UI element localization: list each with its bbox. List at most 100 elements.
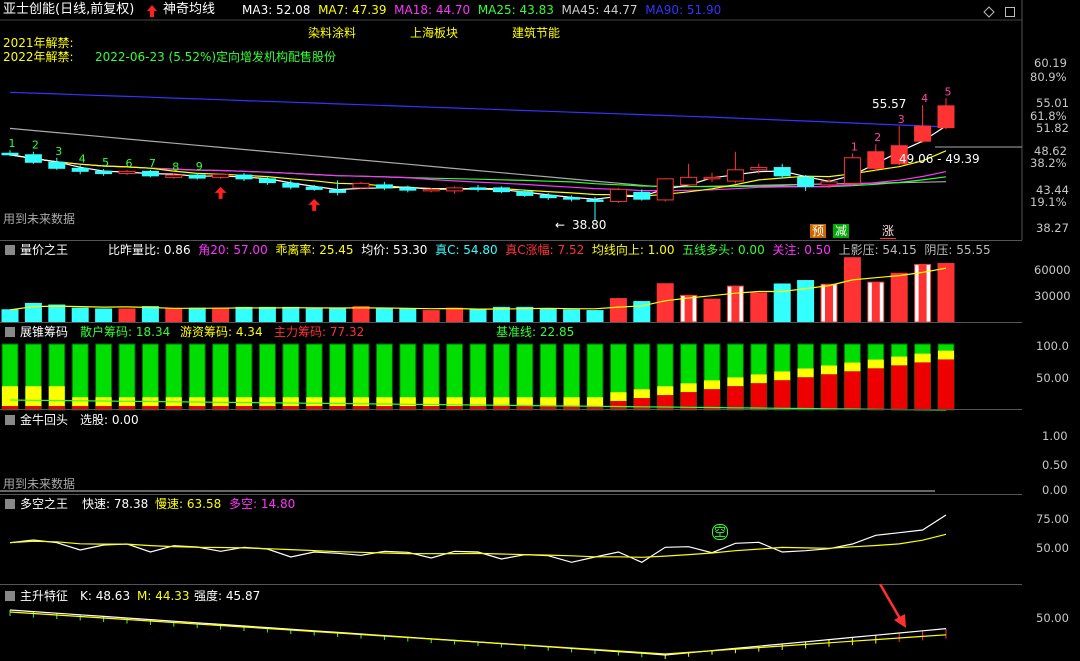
candle-body — [258, 178, 276, 184]
count-label: 3 — [898, 113, 905, 126]
volume-bar — [305, 308, 323, 322]
candle-body — [680, 176, 698, 186]
bull-panel-title[interactable]: 金牛回头 — [20, 413, 68, 427]
chip-yellow-segment — [844, 362, 861, 372]
candle-body — [446, 187, 464, 192]
candle-body — [352, 182, 370, 189]
y-tick: 30000 — [1034, 289, 1071, 303]
chip-yellow-segment — [610, 392, 627, 402]
volume-chart[interactable] — [0, 242, 1022, 322]
count-label: 3 — [55, 145, 62, 158]
signal-badge[interactable]: 预 — [810, 224, 827, 238]
volume-bar — [188, 307, 206, 322]
chip-yellow-segment — [353, 397, 369, 407]
rise-chart[interactable] — [0, 584, 1022, 661]
kong-badge: 空 — [712, 524, 729, 540]
chip-yellow-segment — [376, 397, 393, 407]
volume-bar — [329, 308, 347, 322]
panel-toggle-icon[interactable] — [4, 414, 16, 426]
chip-red-segment — [657, 395, 674, 410]
slow-line — [9, 533, 947, 558]
chip-yellow-segment — [891, 356, 908, 366]
count-label: 9 — [196, 160, 203, 173]
chip-yellow-segment — [750, 374, 767, 384]
y-tick: 100.0 — [1036, 339, 1069, 353]
candle-body — [399, 187, 417, 191]
volume-bar — [843, 257, 861, 322]
chip-yellow-segment — [282, 397, 299, 407]
chip-yellow-segment — [329, 397, 346, 407]
chip-yellow-segment — [2, 386, 18, 407]
volume-bar — [703, 298, 721, 322]
candle-body — [773, 167, 791, 177]
candle-body — [656, 178, 674, 201]
chip-yellow-segment — [587, 397, 603, 407]
chip-yellow-segment — [516, 397, 533, 407]
stat: 选股: 0.00 — [80, 413, 139, 427]
candle-body — [609, 188, 627, 202]
signal-badge[interactable]: 减 — [833, 224, 850, 238]
candle-body — [235, 174, 253, 180]
low-label-arrow: ← — [555, 218, 566, 232]
chip-yellow-segment — [774, 371, 791, 381]
candle-body — [212, 173, 230, 178]
chip-yellow-segment — [563, 397, 580, 407]
candle-body — [188, 174, 206, 179]
panel-separator — [0, 409, 1022, 410]
candle-body — [24, 154, 42, 163]
chip-red-segment — [938, 359, 954, 410]
candle-body — [95, 170, 113, 175]
volume-bar — [563, 309, 581, 322]
count-labels: 1 2 3 4 5 6 7 8 9 1 2 3 4 5 — [9, 85, 952, 173]
signal-badge[interactable]: 涨 — [880, 224, 897, 239]
candle-body — [726, 169, 744, 182]
candle-body — [375, 184, 393, 189]
high-label: 55.57 — [872, 97, 907, 111]
chip-red-segment — [844, 371, 861, 410]
chip-red-segment — [727, 386, 744, 410]
y-tick: 60000 — [1034, 263, 1071, 277]
volume-bar — [937, 263, 955, 322]
candle-body — [867, 151, 885, 169]
volume-bar — [890, 272, 908, 322]
fast-line — [9, 514, 947, 563]
chip-yellow-segment — [704, 380, 720, 390]
y-tick: 50.00 — [1036, 371, 1069, 385]
chip-yellow-segment — [25, 386, 42, 407]
volume-bar — [352, 306, 370, 322]
chips-chart[interactable] — [0, 322, 1022, 412]
volume-bar — [516, 306, 534, 322]
chip-yellow-segment — [797, 368, 814, 378]
count-label: 5 — [102, 156, 109, 169]
buy-arrow-icon — [308, 198, 321, 211]
low-label: 38.80 — [572, 218, 607, 232]
volume-bar — [586, 310, 604, 322]
chip-yellow-segment — [259, 397, 276, 407]
candle-body — [633, 191, 651, 200]
volume-bar — [375, 307, 393, 322]
longshort-chart[interactable] — [0, 494, 1022, 584]
future-data-note: 用到未来数据 — [3, 212, 76, 226]
volume-bar — [446, 307, 464, 322]
volume-bar-stripe — [871, 282, 880, 322]
candlestick-chart[interactable]: 1 2 3 4 5 6 7 8 9 1 2 3 4 5 — [0, 0, 1080, 240]
volume-bar — [165, 308, 183, 322]
count-label: 2 — [874, 131, 881, 144]
count-label: 5 — [945, 85, 952, 98]
chip-yellow-segment — [867, 359, 884, 369]
y-tick: 50.00 — [1036, 611, 1069, 625]
chip-red-segment — [914, 362, 931, 410]
candle-body — [1, 152, 19, 156]
count-label: 4 — [921, 92, 928, 105]
candles — [1, 98, 955, 221]
volume-bar — [212, 307, 230, 322]
candle-body — [797, 176, 815, 187]
y-tick: 75.00 — [1036, 512, 1069, 526]
chip-yellow-segment — [306, 397, 323, 407]
volume-bar — [609, 298, 627, 322]
count-label: 6 — [126, 157, 133, 170]
candle-body — [469, 187, 487, 190]
chip-red-segment — [891, 365, 908, 410]
volume-bar — [773, 283, 791, 322]
chip-yellow-segment — [540, 397, 557, 407]
